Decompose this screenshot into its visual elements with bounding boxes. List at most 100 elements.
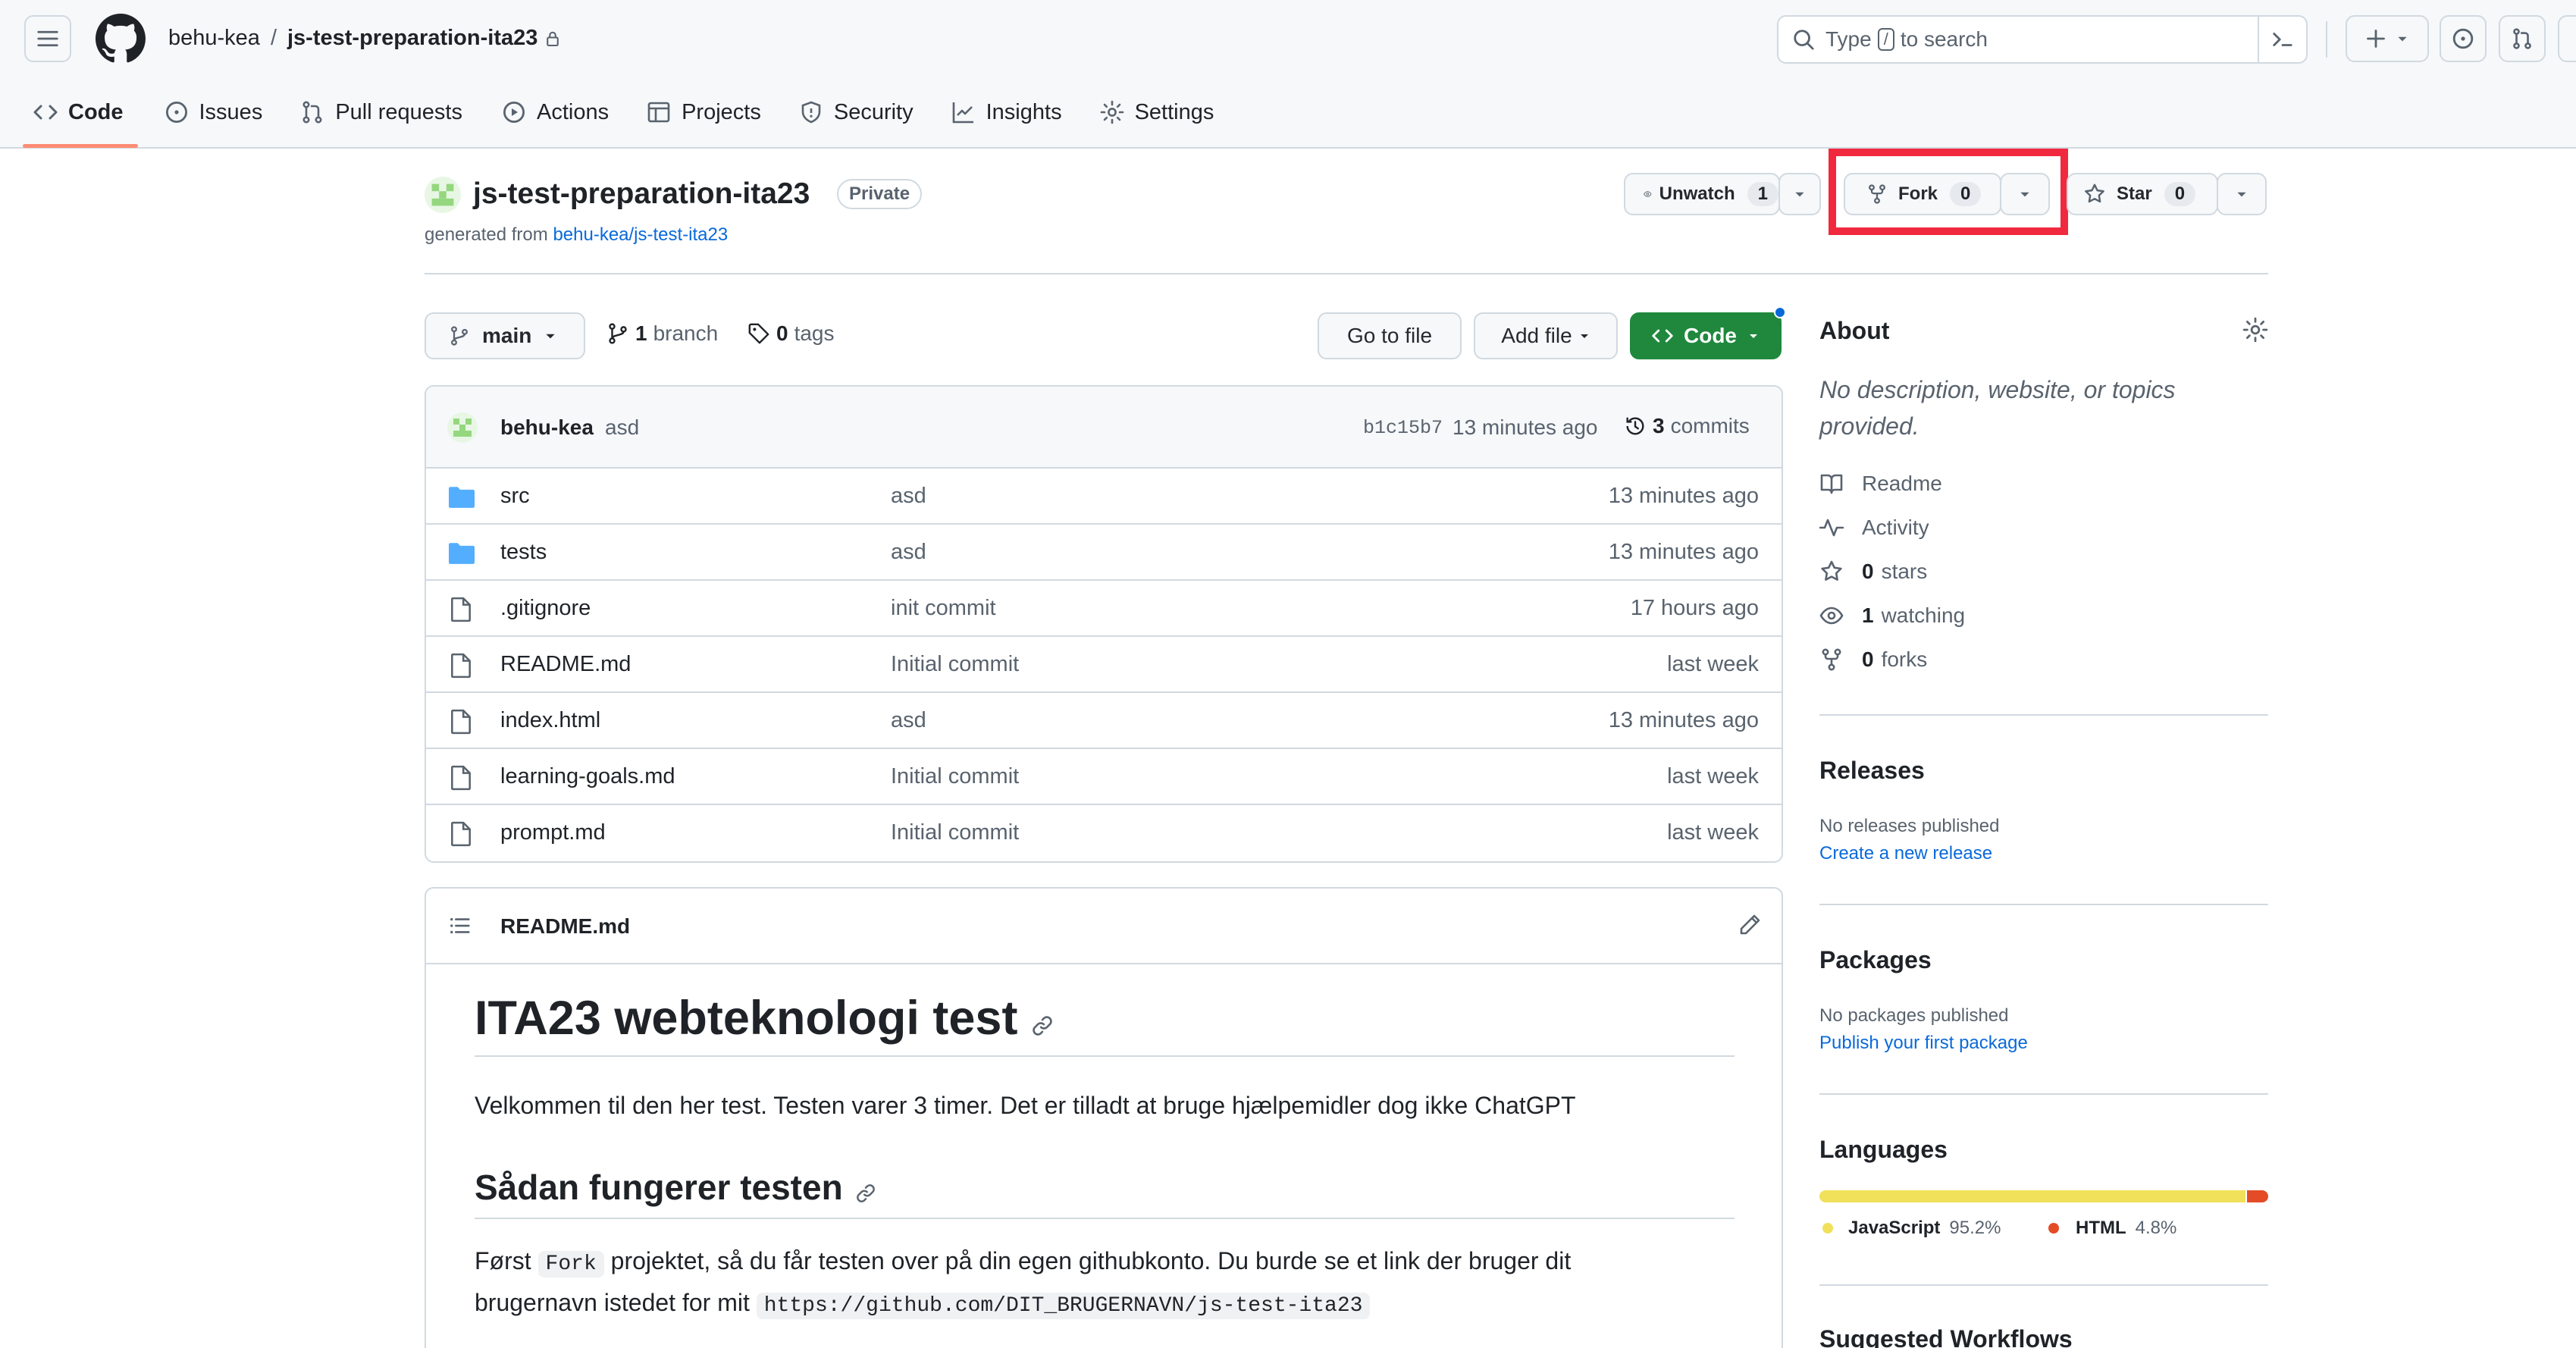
- commit-message[interactable]: asd: [605, 415, 639, 440]
- star-button[interactable]: Star 0: [2067, 173, 2218, 215]
- file-commit-message[interactable]: asd: [891, 540, 926, 565]
- git-pull-request-icon: [2513, 28, 2531, 49]
- tab-security[interactable]: Security: [799, 100, 914, 125]
- file-commit-message[interactable]: init commit: [891, 596, 996, 621]
- file-commit-message[interactable]: asd: [891, 484, 926, 509]
- command-palette-button[interactable]: [2258, 17, 2306, 62]
- about-watching-link[interactable]: 1 watching: [1819, 603, 1965, 628]
- fork-button[interactable]: Fork 0: [1844, 173, 2001, 215]
- issues-shortcut-button[interactable]: [2440, 15, 2487, 62]
- search-icon: [1794, 30, 1814, 50]
- code-button[interactable]: Code: [1630, 312, 1782, 359]
- file-name[interactable]: src: [500, 484, 530, 509]
- file-row[interactable]: prompt.md Initial commit last week: [426, 804, 1782, 860]
- about-forks-link[interactable]: 0 forks: [1819, 647, 1927, 672]
- fork-dropdown-button[interactable]: [2000, 173, 2050, 215]
- commit-hash[interactable]: b1c15b7: [1363, 417, 1443, 439]
- file-time: last week: [1667, 763, 1759, 788]
- gear-icon[interactable]: [2242, 317, 2268, 343]
- tab-actions-label: Actions: [536, 99, 610, 124]
- releases-title[interactable]: Releases: [1819, 757, 1925, 785]
- star-icon: [1821, 560, 1842, 581]
- github-logo[interactable]: [96, 14, 146, 64]
- tab-settings[interactable]: Settings: [1100, 100, 1214, 125]
- committer-avatar: [447, 412, 478, 443]
- file-commit-message[interactable]: Initial commit: [891, 820, 1019, 845]
- publish-package-link[interactable]: Publish your first package: [1819, 1033, 2028, 1054]
- file-commit-message[interactable]: Initial commit: [891, 652, 1019, 677]
- commits-link[interactable]: 3 commits: [1624, 414, 1750, 438]
- language-bar: [1819, 1190, 2268, 1202]
- file-commit-message[interactable]: asd: [891, 708, 926, 733]
- tab-pull-requests[interactable]: Pull requests: [300, 100, 462, 125]
- repo-title[interactable]: js-test-preparation-ita23: [473, 177, 810, 211]
- create-new-button[interactable]: [2346, 15, 2429, 62]
- create-release-link[interactable]: Create a new release: [1819, 843, 1992, 864]
- file-name[interactable]: .gitignore: [500, 596, 591, 621]
- generated-from-label: generated from: [425, 224, 548, 245]
- about-stars-link[interactable]: 0 stars: [1819, 560, 1927, 584]
- tab-issues[interactable]: Issues: [165, 99, 263, 125]
- breadcrumb: behu-kea / js-test-preparation-ita23: [168, 26, 562, 51]
- file-name[interactable]: prompt.md: [500, 820, 606, 845]
- pencil-icon[interactable]: [1738, 913, 1762, 937]
- template-repo-link[interactable]: behu-kea/js-test-ita23: [553, 224, 728, 245]
- about-activity-label: Activity: [1862, 516, 1929, 539]
- file-name[interactable]: tests: [500, 540, 547, 565]
- git-branch-icon: [609, 323, 627, 344]
- add-file-label: Add file: [1501, 324, 1572, 347]
- caret-down-icon: [1750, 334, 1757, 338]
- file-row[interactable]: tests asd 13 minutes ago: [426, 523, 1782, 579]
- branch-select-button[interactable]: main: [425, 312, 585, 359]
- add-file-button[interactable]: Add file: [1474, 312, 1618, 359]
- link-icon[interactable]: [855, 1183, 876, 1204]
- file-icon: [451, 597, 471, 622]
- language-name: HTML: [2076, 1218, 2126, 1238]
- pull-requests-shortcut-button[interactable]: [2499, 15, 2546, 62]
- file-name[interactable]: learning-goals.md: [500, 764, 675, 789]
- tab-code[interactable]: Code: [33, 100, 124, 125]
- identicon-icon: [453, 419, 472, 437]
- about-readme-link[interactable]: Readme: [1819, 472, 1942, 496]
- about-activity-link[interactable]: Activity: [1819, 516, 1929, 540]
- breadcrumb-repo[interactable]: js-test-preparation-ita23: [287, 26, 537, 51]
- code-notification-dot: [1774, 306, 1786, 318]
- watch-dropdown-button[interactable]: [1778, 173, 1821, 215]
- file-row[interactable]: .gitignore init commit 17 hours ago: [426, 579, 1782, 635]
- link-icon[interactable]: [1031, 1014, 1054, 1037]
- breadcrumb-owner[interactable]: behu-kea: [168, 26, 260, 51]
- branches-link[interactable]: 1 branch: [606, 321, 718, 346]
- tab-projects[interactable]: Projects: [647, 100, 761, 125]
- file-commit-message[interactable]: Initial commit: [891, 764, 1019, 789]
- go-to-file-button[interactable]: Go to file: [1318, 312, 1462, 359]
- file-time: 13 minutes ago: [1608, 483, 1759, 508]
- readme-filename[interactable]: README.md: [500, 914, 630, 939]
- suggested-workflows-title: Suggested Workflows: [1819, 1325, 2073, 1348]
- file-row[interactable]: src asd 13 minutes ago: [426, 467, 1782, 523]
- avatar-button[interactable]: [2558, 15, 2576, 62]
- tab-insights[interactable]: Insights: [951, 100, 1062, 125]
- star-dropdown-button[interactable]: [2217, 173, 2267, 215]
- unwatch-button[interactable]: Unwatch 1: [1624, 173, 1780, 215]
- tab-issues-label: Issues: [199, 99, 263, 124]
- folder-icon: [449, 487, 475, 508]
- unwatch-label: Unwatch: [1659, 183, 1735, 204]
- code-button-label: Code: [1684, 324, 1737, 347]
- header-divider: [2326, 21, 2327, 58]
- file-row[interactable]: index.html asd 13 minutes ago: [426, 691, 1782, 748]
- commit-author[interactable]: behu-kea: [500, 415, 594, 440]
- search-input[interactable]: Type / to search: [1777, 15, 2308, 64]
- language-item[interactable]: JavaScript 95.2%: [1822, 1218, 2001, 1239]
- tags-link[interactable]: 0 tags: [747, 321, 835, 346]
- language-name: JavaScript: [1848, 1218, 1941, 1238]
- file-name[interactable]: README.md: [500, 652, 631, 677]
- tab-actions[interactable]: Actions: [502, 100, 609, 125]
- file-name[interactable]: index.html: [500, 708, 600, 733]
- menu-button[interactable]: [24, 15, 71, 62]
- plus-icon: [2367, 30, 2385, 48]
- file-row[interactable]: learning-goals.md Initial commit last we…: [426, 748, 1782, 804]
- language-item[interactable]: HTML 4.8%: [2048, 1218, 2176, 1239]
- file-row[interactable]: README.md Initial commit last week: [426, 635, 1782, 691]
- file-icon: [451, 765, 471, 791]
- packages-title[interactable]: Packages: [1819, 946, 1932, 974]
